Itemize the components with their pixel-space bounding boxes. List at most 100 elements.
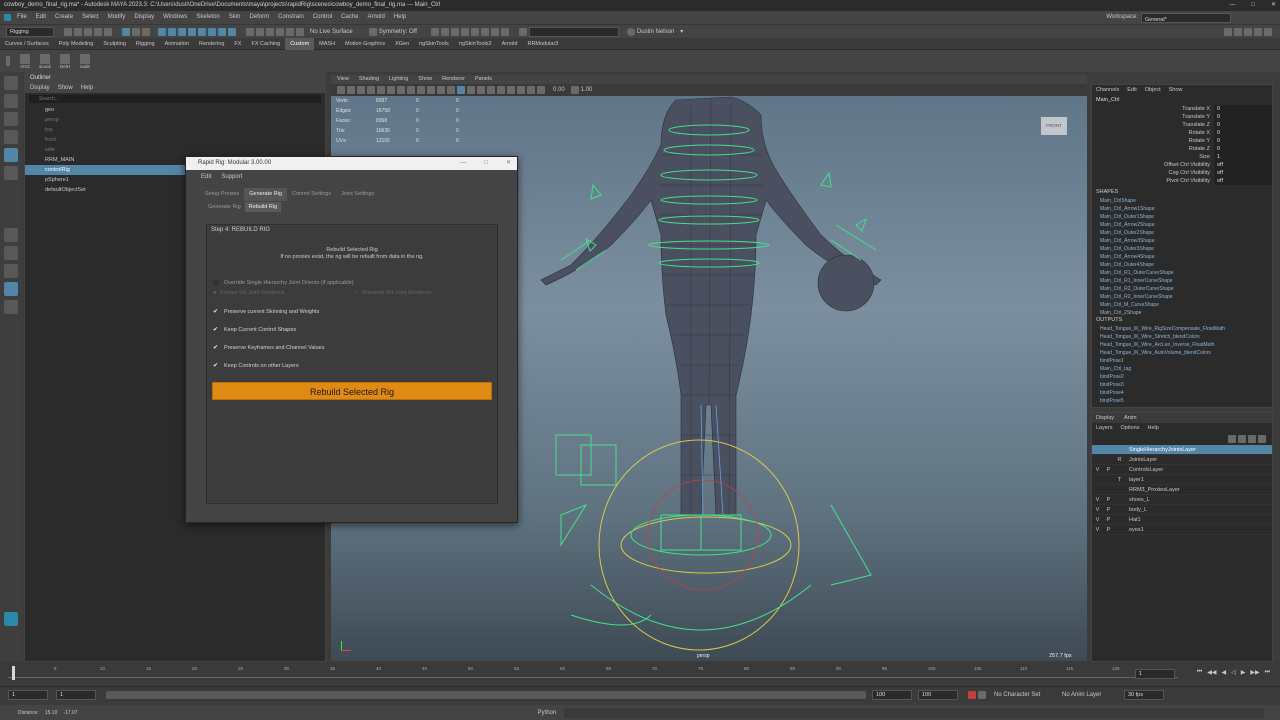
- output-item[interactable]: bindPose2: [1092, 373, 1272, 381]
- redo-icon[interactable]: [104, 27, 112, 36]
- layer-type[interactable]: [1114, 485, 1125, 494]
- menu-constrain[interactable]: Constrain: [278, 11, 304, 24]
- option-checkbox[interactable]: ✔ Keep Current Control Shapes: [213, 321, 324, 339]
- xray-icon[interactable]: [527, 86, 535, 94]
- outliner-item[interactable]: side: [25, 145, 325, 155]
- shape-item[interactable]: Main_Ctrl_R2_InnerCurveShape: [1092, 293, 1272, 301]
- shape-item[interactable]: Main_Ctrl_M_CurveShape: [1092, 301, 1272, 309]
- new-layer-icon[interactable]: [1248, 435, 1256, 443]
- menuset-dropdown[interactable]: Rigging: [6, 26, 54, 37]
- channel-box-icon[interactable]: [1264, 27, 1272, 36]
- minimize-icon[interactable]: —: [1229, 0, 1235, 11]
- channel-value[interactable]: off: [1214, 169, 1272, 177]
- mask-handles-icon[interactable]: [158, 27, 166, 36]
- four-view-icon[interactable]: [4, 246, 18, 260]
- layer-visibility[interactable]: V: [1092, 505, 1103, 514]
- outliner-item[interactable]: front: [25, 135, 325, 145]
- layer-row[interactable]: V Peyes1: [1092, 525, 1272, 535]
- shelf-button[interactable]: sLock: [38, 53, 52, 69]
- layer-type[interactable]: R: [1114, 455, 1125, 464]
- shape-item[interactable]: Main_Ctrl_Outer2Shape: [1092, 229, 1272, 237]
- dialog-minimize-icon[interactable]: —: [460, 157, 466, 170]
- layer-row[interactable]: V P Hat1: [1092, 515, 1272, 525]
- menu-cache[interactable]: Cache: [341, 11, 358, 24]
- menu-display[interactable]: Display: [134, 11, 154, 24]
- single-view-icon[interactable]: [4, 228, 18, 242]
- menu-arnold[interactable]: Arnold: [368, 11, 385, 24]
- layer-menu-item[interactable]: Layers: [1096, 425, 1113, 431]
- ipr-icon[interactable]: [450, 27, 459, 36]
- dialog-subtab[interactable]: Generate Rig: [204, 202, 245, 212]
- outliner-menu-item[interactable]: Display: [30, 83, 50, 93]
- scale-tool-icon[interactable]: [4, 166, 18, 180]
- mask-joints-icon[interactable]: [168, 27, 176, 36]
- layer-playback[interactable]: [1103, 485, 1114, 494]
- undo-icon[interactable]: [94, 27, 102, 36]
- menu-select[interactable]: Select: [82, 11, 99, 24]
- menu-modify[interactable]: Modify: [108, 11, 126, 24]
- channel-row[interactable]: Pivot Ctrl Visibility off: [1092, 177, 1272, 185]
- shelf-menu-icon[interactable]: [6, 56, 10, 66]
- layer-row[interactable]: RRM3_ProxiesLayer: [1092, 485, 1272, 495]
- layer-row[interactable]: R JointsLayer: [1092, 455, 1272, 465]
- live-surface-label[interactable]: No Live Surface: [310, 29, 353, 35]
- channel-value[interactable]: 0: [1214, 145, 1272, 153]
- layer-visibility[interactable]: V: [1092, 465, 1103, 474]
- snap-projected-icon[interactable]: [276, 27, 284, 36]
- shape-item[interactable]: Main_Ctrl_Arrow4Shape: [1092, 253, 1272, 261]
- layer-menu-item[interactable]: Options: [1121, 425, 1140, 431]
- option-checkbox[interactable]: ✔ Preserve Keyframes and Channel Values: [213, 339, 324, 357]
- mask-render-icon[interactable]: [218, 27, 226, 36]
- outliner-item[interactable]: persp: [25, 115, 325, 125]
- image-plane-icon[interactable]: [367, 86, 375, 94]
- shelf-button[interactable]: node: [78, 53, 92, 69]
- checkmark-icon[interactable]: ✔: [213, 345, 219, 351]
- layer-type[interactable]: [1114, 495, 1125, 504]
- save-scene-icon[interactable]: [84, 27, 92, 36]
- key-settings-icon[interactable]: [978, 690, 986, 699]
- input-line-icon[interactable]: [518, 27, 527, 36]
- render-settings-icon[interactable]: [460, 27, 469, 36]
- output-item[interactable]: Head_Tongue_IK_Wire_ArcLen_Inverse_Float…: [1092, 341, 1272, 349]
- film-gate-icon[interactable]: [387, 86, 395, 94]
- script-language[interactable]: Python: [538, 710, 557, 716]
- tool-settings-icon[interactable]: [1254, 27, 1262, 36]
- shape-item[interactable]: Main_Ctrl_Arrow2Shape: [1092, 221, 1272, 229]
- isolate-select-icon[interactable]: [517, 86, 525, 94]
- outliner-menu-item[interactable]: Help: [81, 83, 93, 93]
- move-layer-up-icon[interactable]: [1228, 435, 1236, 443]
- shelf-tab[interactable]: Custom: [285, 37, 315, 50]
- option-checkbox[interactable]: ✔ Keep Controls on other Layers: [213, 357, 324, 375]
- menu-file[interactable]: File: [17, 11, 27, 24]
- select-object-icon[interactable]: [132, 27, 140, 36]
- shelf-tab[interactable]: MASH: [314, 38, 340, 50]
- shape-item[interactable]: Main_Ctrl_R1_OuterCurveShape: [1092, 269, 1272, 277]
- layer-type[interactable]: [1114, 445, 1125, 454]
- layer-type[interactable]: [1114, 525, 1125, 534]
- playback-end-field[interactable]: 100: [872, 689, 912, 700]
- option-checkbox[interactable]: ✔ Preserve current Skinning and Weights: [213, 303, 324, 321]
- shape-item[interactable]: Main_Ctrl_Arrow3Shape: [1092, 237, 1272, 245]
- attribute-editor-icon[interactable]: [1244, 27, 1252, 36]
- paint-select-icon[interactable]: [4, 112, 18, 126]
- shelf-tab[interactable]: XGen: [390, 38, 414, 50]
- move-layer-down-icon[interactable]: [1238, 435, 1246, 443]
- snap-point-icon[interactable]: [266, 27, 274, 36]
- layer-row[interactable]: V P ControlsLayer: [1092, 465, 1272, 475]
- channel-row[interactable]: Translate Y 0: [1092, 113, 1272, 121]
- anim-layer[interactable]: No Anim Layer: [1062, 692, 1118, 698]
- output-item[interactable]: Main_Ctrl_tag: [1092, 365, 1272, 373]
- checkmark-icon[interactable]: ✔: [213, 363, 219, 369]
- layer-visibility[interactable]: V: [1092, 515, 1103, 524]
- history-icon[interactable]: [430, 27, 439, 36]
- viewport-menu-item[interactable]: Show: [418, 75, 432, 84]
- mask-surfaces-icon[interactable]: [188, 27, 196, 36]
- wireframe-icon[interactable]: [447, 86, 455, 94]
- menu-windows[interactable]: Windows: [163, 11, 187, 24]
- smooth-shade-icon[interactable]: [457, 86, 465, 94]
- mask-dynamics-icon[interactable]: [208, 27, 216, 36]
- menu-create[interactable]: Create: [55, 11, 73, 24]
- layer-visibility[interactable]: V: [1092, 525, 1103, 534]
- render-setup-icon[interactable]: [480, 27, 489, 36]
- input-field[interactable]: [528, 26, 619, 37]
